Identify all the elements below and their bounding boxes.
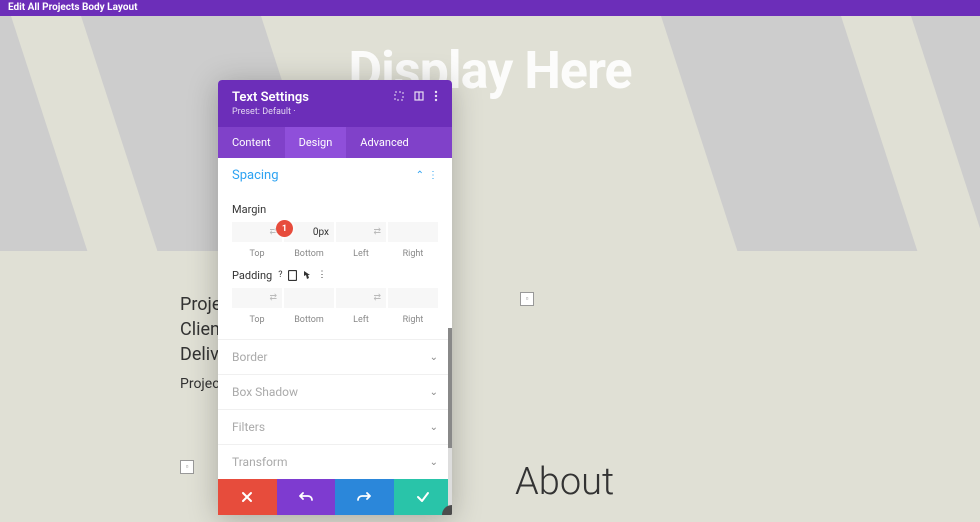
- chevron-up-icon[interactable]: ⌃: [416, 170, 424, 181]
- help-icon[interactable]: ?: [278, 270, 282, 281]
- link-icon[interactable]: ⇄: [373, 227, 381, 237]
- image-placeholder-icon: [520, 292, 534, 306]
- chevron-down-icon: ⌄: [430, 387, 438, 398]
- image-placeholder-icon: [180, 460, 194, 474]
- tab-content[interactable]: Content: [218, 127, 285, 158]
- tablet-icon[interactable]: [288, 270, 297, 281]
- more-icon[interactable]: [434, 90, 438, 102]
- hotspot-marker[interactable]: 1: [276, 220, 293, 237]
- more-icon[interactable]: ⋮: [428, 170, 438, 181]
- margin-top-input[interactable]: ⇄: [232, 222, 282, 242]
- chevron-down-icon: ⌄: [430, 457, 438, 468]
- section-box-shadow[interactable]: Box Shadow ⌄: [218, 374, 452, 409]
- expand-icon[interactable]: [394, 91, 404, 101]
- margin-label: Margin: [232, 203, 438, 216]
- panel-preset[interactable]: Preset: Default ·: [232, 107, 309, 117]
- link-icon[interactable]: ⇄: [373, 293, 381, 303]
- tab-design[interactable]: Design: [285, 127, 347, 158]
- chevron-down-icon: ⌄: [430, 352, 438, 363]
- padding-label: Padding ? ⋮: [232, 269, 438, 282]
- padding-left-input[interactable]: ⇄: [336, 288, 386, 308]
- section-filters[interactable]: Filters ⌄: [218, 409, 452, 444]
- top-bar: Edit All Projects Body Layout: [0, 0, 980, 16]
- cancel-button[interactable]: [218, 479, 277, 515]
- link-icon[interactable]: ⇄: [269, 293, 277, 303]
- section-transform[interactable]: Transform ⌄: [218, 444, 452, 479]
- section-spacing[interactable]: Spacing ⌃ ⋮: [218, 158, 452, 193]
- action-row: [218, 479, 452, 515]
- about-heading: About: [515, 460, 614, 504]
- more-icon[interactable]: ⋮: [317, 270, 326, 281]
- spacing-body: Margin ⇄ 0px ⇄ Top Bottom Left Right 1 P…: [218, 193, 452, 339]
- panel-title: Text Settings: [232, 90, 309, 105]
- undo-button[interactable]: [277, 479, 336, 515]
- scrollbar[interactable]: [448, 328, 452, 515]
- panel-header[interactable]: Text Settings Preset: Default ·: [218, 80, 452, 127]
- top-bar-title: Edit All Projects Body Layout: [8, 2, 137, 13]
- margin-right-input[interactable]: [388, 222, 438, 242]
- hero-title: Display Here: [0, 40, 980, 101]
- chevron-down-icon: ⌄: [430, 422, 438, 433]
- margin-left-input[interactable]: ⇄: [336, 222, 386, 242]
- settings-panel: Text Settings Preset: Default · Content …: [218, 80, 452, 515]
- tab-advanced[interactable]: Advanced: [346, 127, 422, 158]
- padding-right-input[interactable]: [388, 288, 438, 308]
- panel-tabs: Content Design Advanced: [218, 127, 452, 158]
- padding-top-input[interactable]: ⇄: [232, 288, 282, 308]
- section-border[interactable]: Border ⌄: [218, 339, 452, 374]
- redo-button[interactable]: [335, 479, 394, 515]
- columns-icon[interactable]: [414, 91, 424, 101]
- padding-bottom-input[interactable]: [284, 288, 334, 308]
- hover-icon[interactable]: [303, 270, 311, 281]
